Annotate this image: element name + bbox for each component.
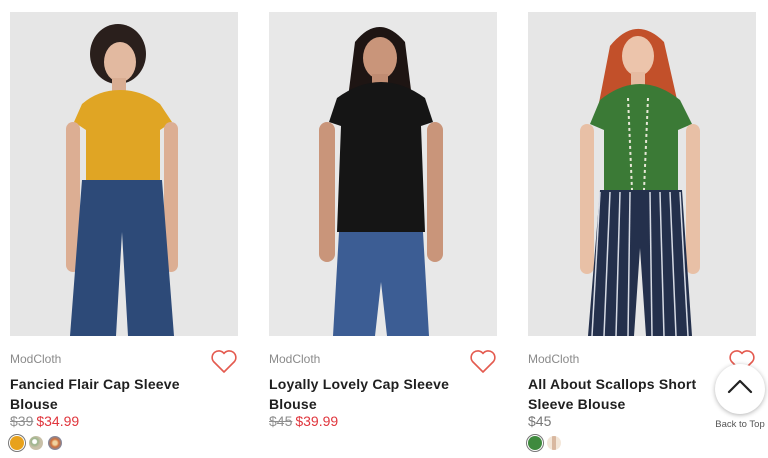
product-title[interactable]: All About Scallops Short Sleeve Blouse — [528, 374, 728, 414]
color-swatch-green[interactable] — [528, 436, 542, 450]
product-image[interactable] — [528, 12, 756, 336]
back-to-top-circle[interactable] — [715, 364, 765, 414]
product-price: $45 $39.99 — [269, 413, 338, 429]
color-swatches — [528, 435, 561, 451]
product-title[interactable]: Fancied Flair Cap Sleeve Blouse — [10, 374, 210, 414]
product-brand: ModCloth — [528, 352, 580, 366]
product-grid: ModCloth Fancied Flair Cap Sleeve Blouse… — [10, 12, 768, 458]
product-image[interactable] — [269, 12, 497, 336]
model-photo-green — [528, 12, 756, 336]
color-swatch-print[interactable] — [48, 436, 62, 450]
sale-price: $34.99 — [36, 413, 80, 429]
product-price: $45 — [528, 413, 551, 429]
heart-icon[interactable] — [469, 348, 497, 374]
chevron-up-icon — [727, 379, 753, 394]
color-swatch-floral[interactable] — [29, 436, 43, 450]
product-title[interactable]: Loyally Lovely Cap Sleeve Blouse — [269, 374, 469, 414]
model-photo-mustard — [10, 12, 238, 336]
product-image[interactable] — [10, 12, 238, 336]
sale-price: $39.99 — [295, 413, 339, 429]
heart-icon[interactable] — [210, 348, 238, 374]
product-brand: ModCloth — [269, 352, 321, 366]
color-swatch-mustard[interactable] — [10, 436, 24, 450]
color-swatches — [10, 435, 62, 451]
original-price: $39 — [10, 413, 34, 429]
back-to-top-button[interactable]: Back to Top — [712, 364, 768, 434]
back-to-top-label: Back to Top — [715, 419, 765, 430]
original-price: $45 — [269, 413, 293, 429]
model-photo-black — [269, 12, 497, 336]
regular-price: $45 — [528, 413, 552, 429]
product-card: ModCloth Fancied Flair Cap Sleeve Blouse… — [10, 12, 238, 458]
product-card: ModCloth Loyally Lovely Cap Sleeve Blous… — [269, 12, 497, 458]
product-brand: ModCloth — [10, 352, 62, 366]
color-swatch-cream[interactable] — [547, 436, 561, 450]
product-price: $39 $34.99 — [10, 413, 79, 429]
